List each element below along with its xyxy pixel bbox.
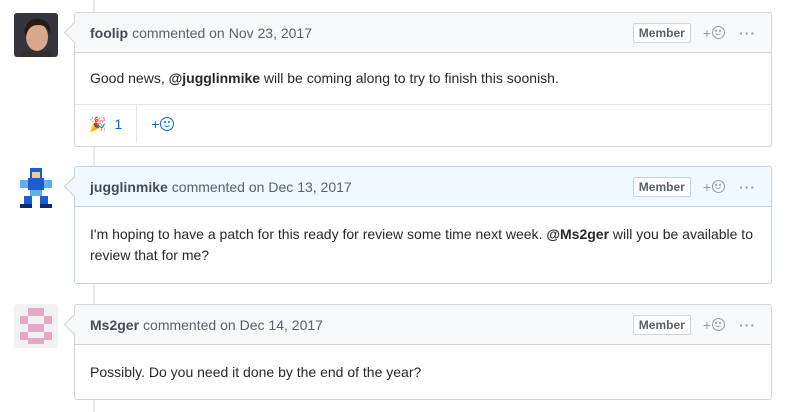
add-reaction-button[interactable]: +	[703, 317, 725, 333]
member-badge: Member	[632, 314, 691, 335]
comment-date[interactable]: Dec 14, 2017	[240, 317, 323, 333]
avatar-pixel-art	[14, 166, 58, 210]
more-options-button[interactable]: ···	[739, 25, 756, 41]
avatar-foolip[interactable]	[14, 13, 58, 57]
avatar-jugglinmike[interactable]	[14, 166, 58, 210]
comment-header: foolip commented on Nov 23, 2017 Member …	[63, 13, 771, 53]
comment-text: will be coming along to try to finish th…	[260, 70, 559, 86]
comment-text: Good news,	[90, 70, 169, 86]
comment-caret	[63, 175, 86, 198]
comment-action: commented on	[171, 178, 265, 195]
reactions-bar: 🎉 1 +	[75, 104, 771, 143]
plus-icon: +	[702, 24, 711, 41]
more-options-button[interactable]: ···	[739, 179, 756, 195]
smiley-icon	[712, 318, 725, 331]
comment-author[interactable]: Ms2ger	[90, 317, 139, 333]
comment-header: jugglinmike commented on Dec 13, 2017 Me…	[63, 167, 771, 207]
plus-icon: +	[151, 116, 160, 132]
add-reaction-inline-button[interactable]: +	[137, 116, 188, 132]
plus-icon: +	[702, 316, 711, 333]
avatar-photo	[14, 13, 58, 57]
add-reaction-button[interactable]: +	[703, 25, 725, 41]
member-badge: Member	[632, 176, 691, 197]
reaction-hooray[interactable]: 🎉 1	[75, 105, 138, 143]
comment-action: commented on	[132, 24, 225, 41]
avatar-ms2ger[interactable]	[14, 304, 58, 348]
member-badge: Member	[632, 22, 691, 43]
comment-body: Possibly. Do you need it done by the end…	[90, 364, 422, 380]
tada-icon: 🎉	[89, 115, 107, 132]
comment-body: Good news, @jugglinmike will be coming a…	[75, 53, 771, 104]
more-options-button[interactable]: ···	[739, 317, 756, 333]
comment-header: Ms2ger commented on Dec 14, 2017 Member …	[63, 305, 771, 345]
comment-foolip: foolip commented on Nov 23, 2017 Member …	[63, 12, 772, 147]
comment-date[interactable]: Dec 13, 2017	[268, 179, 351, 195]
reaction-count: 1	[114, 116, 123, 132]
smiley-icon	[712, 180, 725, 193]
user-mention[interactable]: @jugglinmike	[169, 70, 260, 86]
comment-jugglinmike: jugglinmike commented on Dec 13, 2017 Me…	[63, 166, 772, 284]
plus-icon: +	[702, 178, 711, 195]
comment-caret	[63, 313, 86, 336]
smiley-icon	[160, 117, 175, 131]
comment-caret	[63, 21, 86, 44]
comment-date[interactable]: Nov 23, 2017	[229, 25, 312, 41]
comment-text: I'm hoping to have a patch for this read…	[90, 226, 547, 242]
comment-body: I'm hoping to have a patch for this read…	[75, 207, 771, 283]
comment-author[interactable]: jugglinmike	[90, 179, 168, 195]
avatar-identicon	[14, 304, 58, 348]
comment-action: commented on	[143, 316, 236, 333]
user-mention[interactable]: @Ms2ger	[546, 226, 609, 242]
comment-ms2ger: Ms2ger commented on Dec 14, 2017 Member …	[63, 304, 772, 400]
smiley-icon	[712, 26, 725, 39]
add-reaction-button[interactable]: +	[703, 179, 725, 195]
comment-author[interactable]: foolip	[90, 25, 128, 41]
